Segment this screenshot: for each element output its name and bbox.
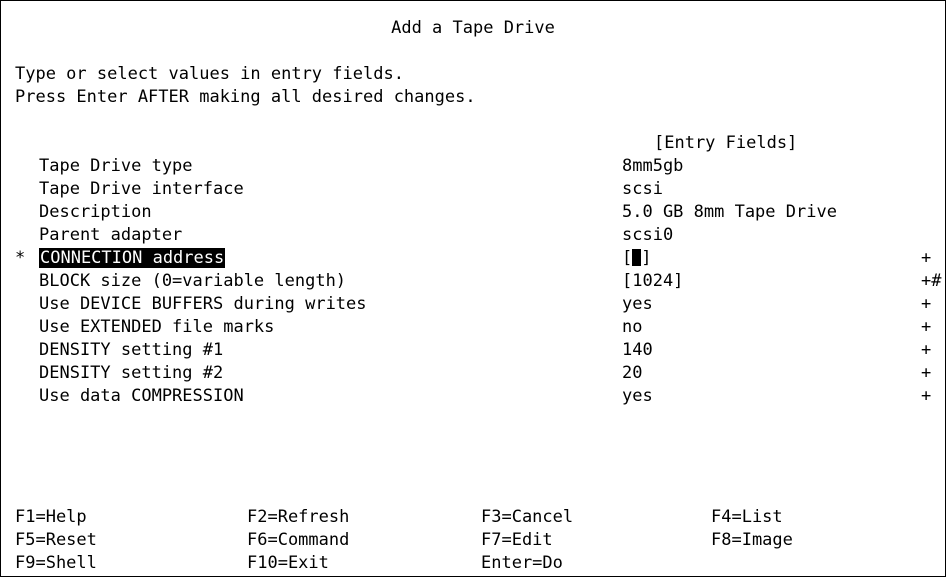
smit-screen: Add a Tape Drive Type or select values i… bbox=[0, 0, 946, 577]
f7-edit-key[interactable]: F7=Edit bbox=[481, 529, 553, 552]
field-label: DENSITY setting #2 bbox=[39, 363, 224, 383]
field-label-wrap: CONNECTION address bbox=[39, 247, 226, 270]
f4-list-key[interactable]: F4=List bbox=[711, 506, 783, 529]
list-flag: + bbox=[921, 248, 932, 268]
field-label: Description bbox=[39, 202, 152, 222]
field-value: 20 bbox=[622, 363, 643, 383]
field-value: scsi bbox=[622, 179, 663, 199]
text-cursor bbox=[632, 249, 642, 266]
field-bracket-open: [ bbox=[622, 248, 633, 268]
connection-address-input[interactable]: [] bbox=[622, 247, 652, 270]
instruction-line-2: Press Enter AFTER making all desired cha… bbox=[15, 87, 476, 107]
required-marker: * bbox=[15, 248, 26, 268]
list-flag: + bbox=[921, 317, 932, 337]
f10-exit-key[interactable]: F10=Exit bbox=[247, 552, 329, 575]
field-label: DENSITY setting #1 bbox=[39, 340, 224, 360]
field-label: BLOCK size (0=variable length) bbox=[39, 271, 347, 291]
enter-do-key[interactable]: Enter=Do bbox=[481, 552, 563, 575]
list-flag: + bbox=[921, 294, 932, 314]
field-value: scsi0 bbox=[622, 225, 674, 245]
field-label: Use data COMPRESSION bbox=[39, 386, 244, 406]
entry-fields-header: [Entry Fields] bbox=[654, 133, 798, 153]
field-label-highlighted: CONNECTION address bbox=[39, 248, 226, 268]
f3-cancel-key[interactable]: F3=Cancel bbox=[481, 506, 573, 529]
f6-command-key[interactable]: F6=Command bbox=[247, 529, 349, 552]
field-value: 5.0 GB 8mm Tape Drive bbox=[622, 202, 837, 222]
f8-image-key[interactable]: F8=Image bbox=[711, 529, 793, 552]
instruction-line-1: Type or select values in entry fields. bbox=[15, 64, 404, 84]
list-flag: + bbox=[921, 386, 932, 406]
block-size-input[interactable]: [1024] bbox=[622, 270, 683, 293]
page-title: Add a Tape Drive bbox=[391, 18, 555, 38]
list-flag: + bbox=[921, 363, 932, 383]
f1-help-key[interactable]: F1=Help bbox=[15, 506, 87, 529]
field-value: yes bbox=[622, 386, 653, 406]
field-value: 140 bbox=[622, 340, 653, 360]
list-flag: + bbox=[921, 340, 932, 360]
f5-reset-key[interactable]: F5=Reset bbox=[15, 529, 97, 552]
field-label: Tape Drive type bbox=[39, 156, 193, 176]
field-label: Tape Drive interface bbox=[39, 179, 244, 199]
field-label: Use EXTENDED file marks bbox=[39, 317, 275, 337]
f9-shell-key[interactable]: F9=Shell bbox=[15, 552, 97, 575]
field-value: 8mm5gb bbox=[622, 156, 684, 176]
field-bracket-close: ] bbox=[641, 248, 652, 268]
field-label: Parent adapter bbox=[39, 225, 183, 245]
field-value: yes bbox=[622, 294, 653, 314]
field-value: no bbox=[622, 317, 643, 337]
field-label: Use DEVICE BUFFERS during writes bbox=[39, 294, 367, 314]
f2-refresh-key[interactable]: F2=Refresh bbox=[247, 506, 349, 529]
list-numeric-flag: +# bbox=[921, 271, 942, 291]
